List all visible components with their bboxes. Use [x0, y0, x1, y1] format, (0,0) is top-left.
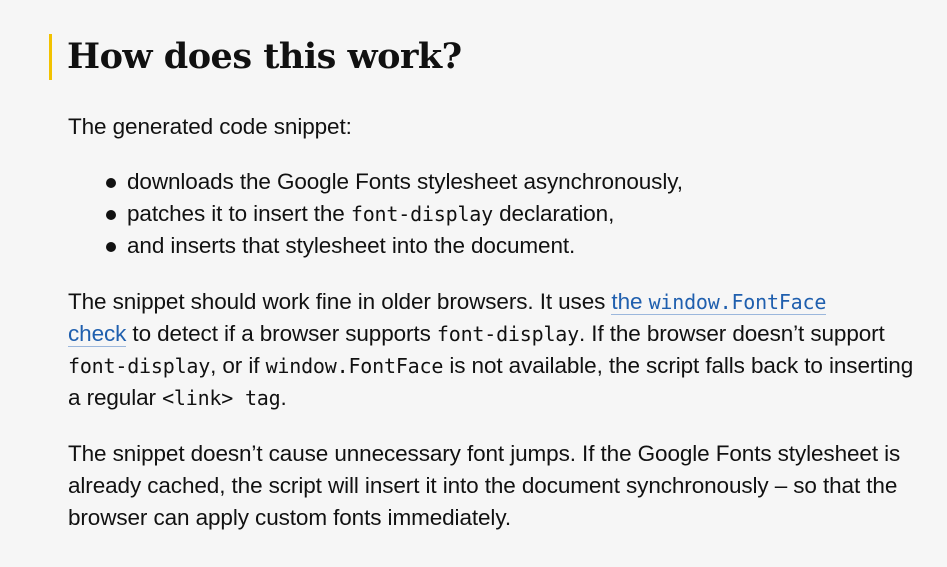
- section-body: The generated code snippet: downloads th…: [68, 111, 928, 534]
- paragraph-text: .: [280, 385, 287, 410]
- inline-code: font-display: [436, 322, 579, 346]
- inline-code: font-display: [350, 202, 493, 226]
- list-item-text: declaration,: [492, 201, 615, 226]
- paragraph-text: to detect if a browser supports: [126, 321, 437, 346]
- paragraph-text: , or if: [210, 353, 266, 378]
- list-item: and inserts that stylesheet into the doc…: [106, 230, 928, 262]
- list-item: downloads the Google Fonts stylesheet as…: [106, 166, 928, 198]
- paragraph-text: The snippet should work fine in older br…: [68, 289, 612, 314]
- bullet-icon: [106, 210, 116, 220]
- inline-code: font-display: [68, 354, 211, 378]
- list-item: patches it to insert the font-display de…: [106, 198, 928, 230]
- inline-code: window.FontFace: [265, 354, 444, 378]
- intro-text: The generated code snippet:: [68, 114, 352, 139]
- bullet-icon: [106, 178, 116, 188]
- list-item-text: patches it to insert the: [127, 201, 351, 226]
- compatibility-paragraph: The snippet should work fine in older br…: [68, 286, 928, 414]
- link-code: window.FontFace: [648, 290, 827, 314]
- bullet-icon: [106, 242, 116, 252]
- heading-accent-bar: How does this work?: [49, 34, 462, 80]
- link-text: check: [68, 321, 127, 346]
- font-jumps-paragraph: The snippet doesn’t cause unnecessary fo…: [68, 441, 901, 530]
- article-section: How does this work? The generated code s…: [0, 0, 947, 567]
- paragraph-text: . If the browser doesn’t support: [578, 321, 885, 346]
- inline-code: <link> tag: [162, 386, 281, 410]
- link-text: the: [611, 289, 649, 314]
- feature-list: downloads the Google Fonts stylesheet as…: [68, 166, 928, 262]
- list-item-text: and inserts that stylesheet into the doc…: [127, 233, 576, 258]
- section-heading: How does this work?: [67, 36, 462, 77]
- list-item-text: downloads the Google Fonts stylesheet as…: [127, 169, 683, 194]
